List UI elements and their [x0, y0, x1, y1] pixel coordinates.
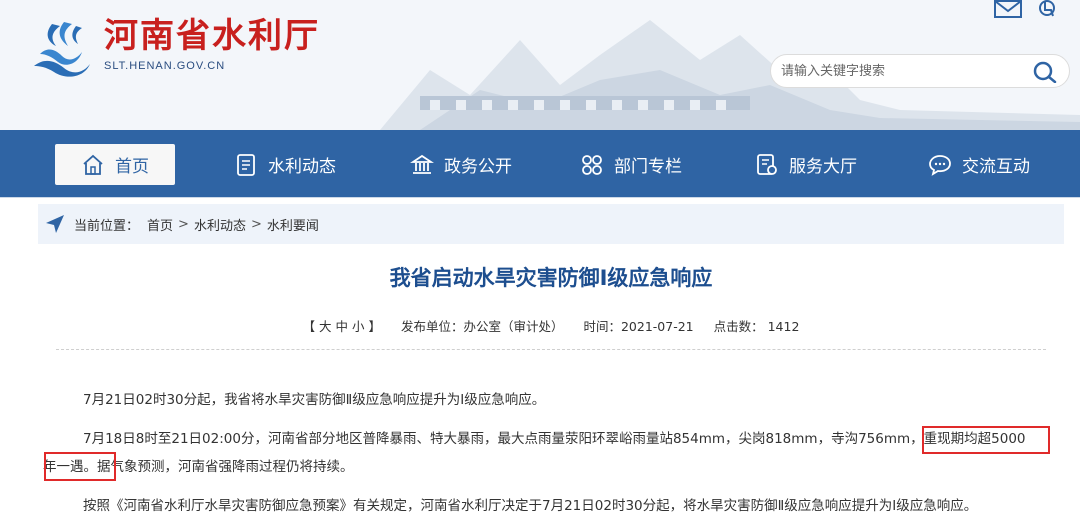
nav-label: 政务公开 [444, 157, 512, 177]
paragraph-2-line-1: 7月18日8时至21日02:00分，河南省部分地区普降暴雨、特大暴雨，最大点雨量… [83, 431, 1026, 447]
accessibility-icon[interactable] [1036, 0, 1058, 18]
publish-date: 时间：2021-07-21 [583, 319, 694, 334]
top-icons [994, 0, 1058, 18]
search-icon[interactable] [1033, 61, 1057, 83]
nav-label: 首页 [115, 157, 149, 177]
document-icon [237, 153, 255, 176]
breadcrumb-home[interactable]: 首页 [147, 215, 173, 234]
nav-label: 交流互动 [962, 157, 1030, 177]
water-waves-logo-icon [34, 22, 90, 77]
site-domain: SLT.HENAN.GOV.CN [104, 60, 226, 72]
nav-item-service-hall[interactable]: 服务大厅 [755, 144, 857, 185]
service-icon [757, 153, 777, 175]
nav-label: 水利动态 [268, 157, 336, 177]
nav-label: 服务大厅 [789, 157, 857, 177]
nav-item-home[interactable]: 首页 [55, 144, 175, 185]
publisher: 发布单位：办公室（审计处） [400, 319, 564, 334]
mail-icon[interactable] [994, 0, 1022, 18]
home-icon [83, 154, 103, 175]
article-title: 我省启动水旱灾害防御I级应急响应 [389, 266, 713, 290]
highlight-box [44, 452, 116, 481]
government-icon [410, 154, 434, 174]
breadcrumb-prefix: 当前位置： [74, 218, 140, 234]
nav-label: 部门专栏 [614, 157, 682, 177]
breadcrumb-water-news[interactable]: 水利动态 [194, 215, 246, 234]
nav-item-water-news[interactable]: 水利动态 [234, 144, 336, 185]
font-size-switcher[interactable]: 【 大 中 小 】 [303, 319, 381, 334]
hit-count: 点击数： 1412 [713, 319, 800, 334]
nav-item-gov-affairs[interactable]: 政务公开 [410, 144, 512, 185]
search-input[interactable] [781, 55, 1021, 87]
paragraph-3: 按照《河南省水利厅水旱灾害防御应急预案》有关规定，河南省水利厅决定于7月21日0… [83, 498, 978, 514]
article-meta: 【 大 中 小 】 发布单位：办公室（审计处） 时间：2021-07-21 点击… [38, 316, 1064, 335]
divider [56, 349, 1046, 350]
search-box [770, 54, 1070, 88]
article-container: 当前位置： 首页 > 水利动态 > 水利要闻 我省启动水旱灾害防御I级应急响应 … [38, 200, 1064, 521]
site-title: 河南省水利厅 [104, 16, 320, 56]
breadcrumb: 当前位置： 首页 > 水利动态 > 水利要闻 [38, 204, 1064, 244]
site-header: 河南省水利厅 SLT.HENAN.GOV.CN [0, 0, 1080, 130]
breadcrumb-current[interactable]: 水利要闻 [267, 215, 319, 234]
breadcrumb-separator: > [178, 216, 189, 232]
grid-icon [582, 154, 602, 175]
main-nav: 首页 水利动态 政务公开 部门专栏 服务大厅 交流互动 [0, 130, 1080, 198]
site-logo[interactable]: 河南省水利厅 SLT.HENAN.GOV.CN [30, 14, 320, 78]
nav-item-interaction[interactable]: 交流互动 [928, 144, 1030, 185]
highlight-box [922, 426, 1050, 454]
paragraph-1: 7月21日02时30分起，我省将水旱灾害防御Ⅱ级应急响应提升为Ⅰ级应急响应。 [83, 392, 546, 408]
nav-item-departments[interactable]: 部门专栏 [580, 144, 682, 185]
breadcrumb-separator: > [250, 216, 262, 232]
chat-icon [929, 154, 951, 176]
location-arrow-icon [46, 215, 64, 233]
